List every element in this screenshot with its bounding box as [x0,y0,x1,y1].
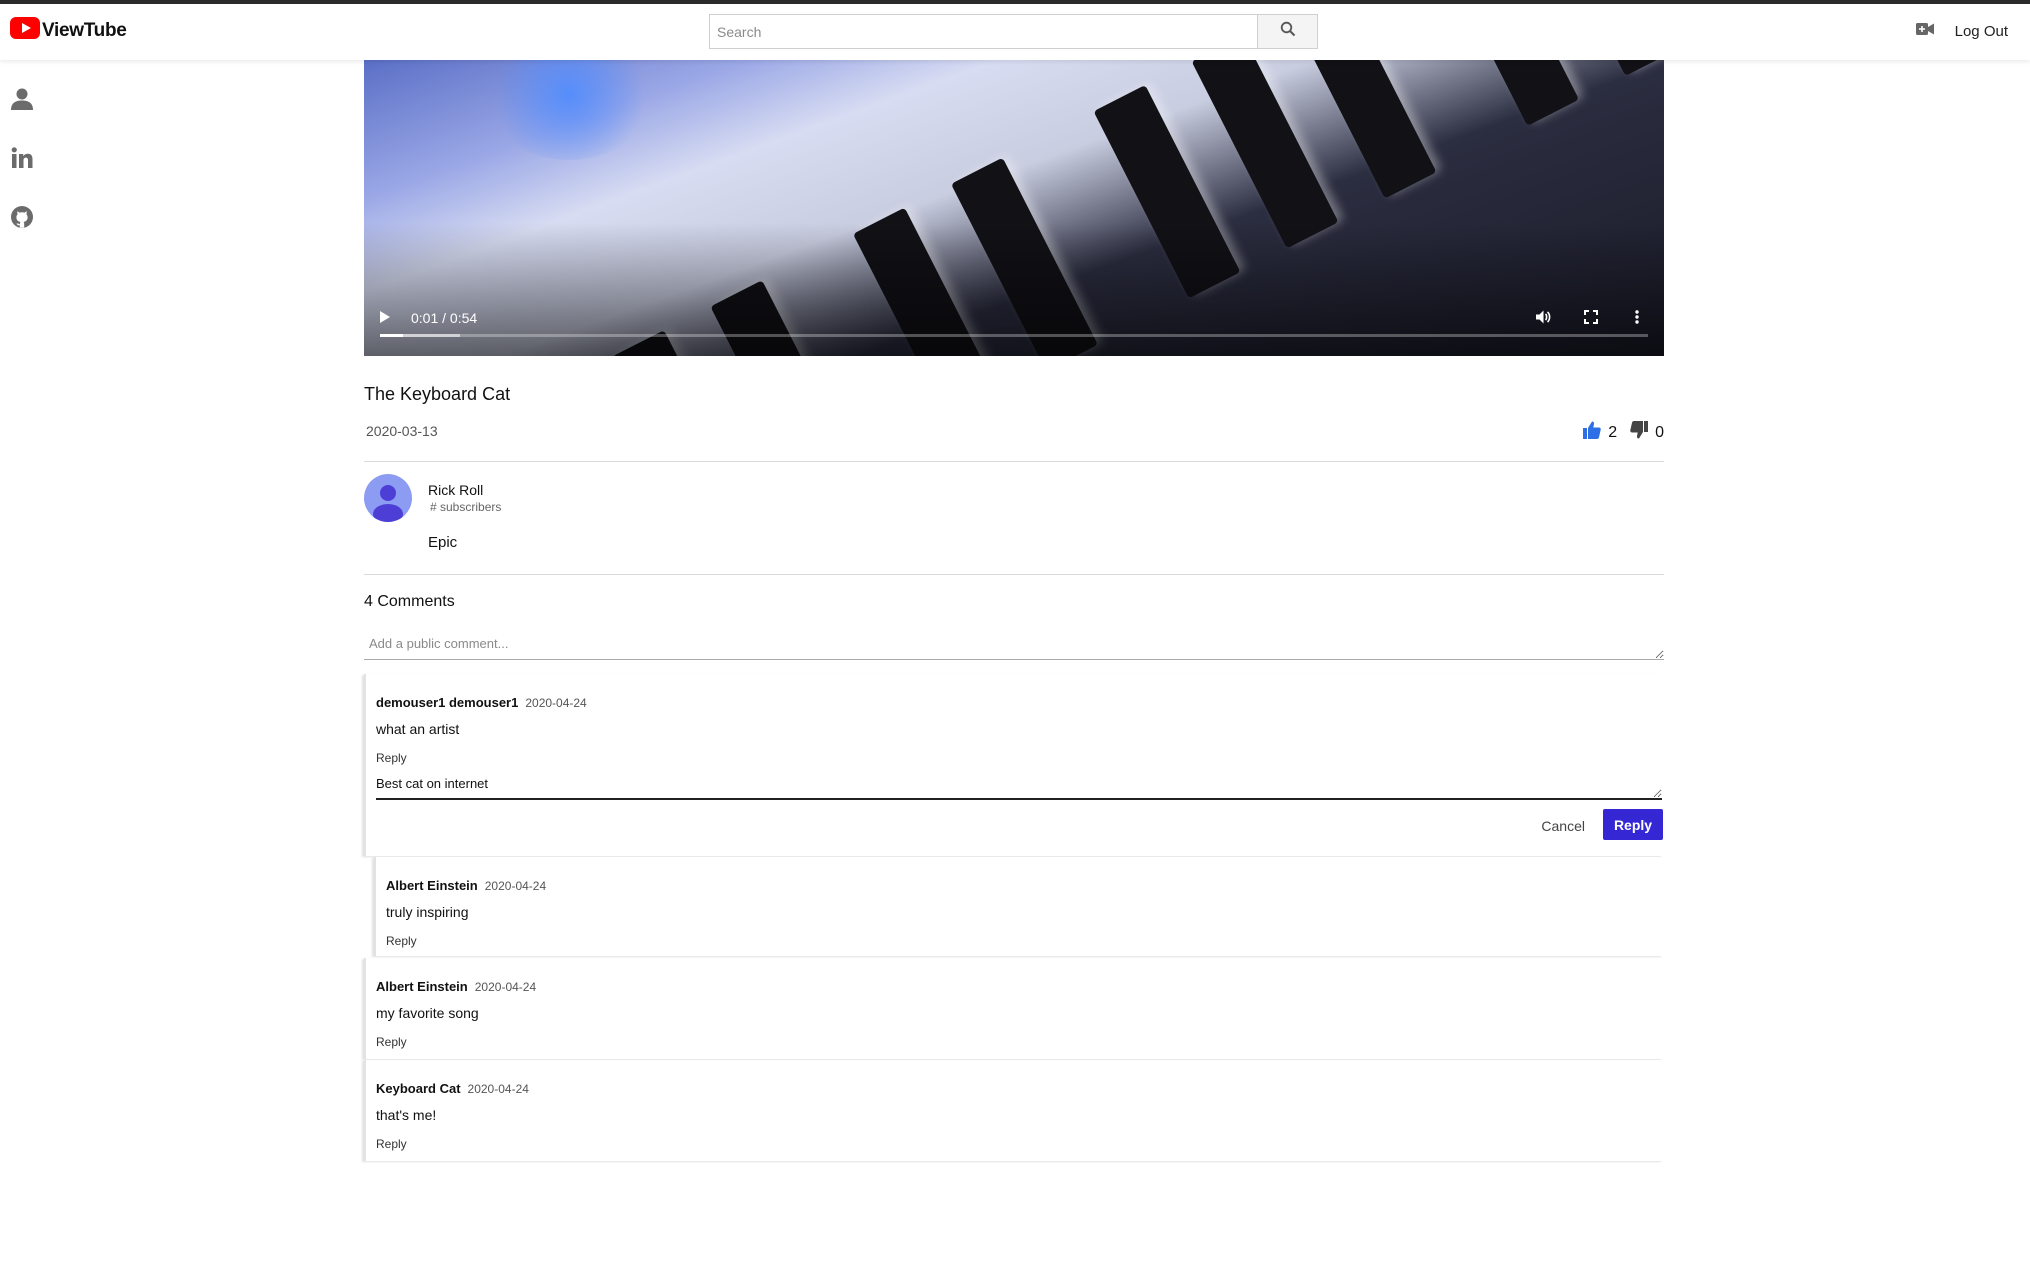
github-icon[interactable] [9,204,35,230]
video-controls: 0:01 / 0:54 [364,296,1664,356]
comment-text: what an artist [376,721,460,737]
video-description: Epic [428,534,458,551]
comment-date: 2020-04-24 [467,1082,529,1096]
reply-submit-button[interactable]: Reply [1603,809,1663,840]
brand-name: ViewTube [42,19,127,41]
comment-date: 2020-04-24 [484,879,547,893]
video-title: The Keyboard Cat [364,384,511,404]
video-player[interactable]: 0:01 / 0:54 [364,60,1664,356]
upload-date: 2020-03-13 [366,423,438,439]
watch-page: 0:01 / 0:54 The Keyboard Cat 2020-03-13 … [364,60,1664,1161]
comment-item: demouser1 demouser1 2020-04-24 what an ar… [364,674,1663,856]
person-icon[interactable] [9,86,35,112]
more-options-icon[interactable] [1628,308,1646,331]
played-range [380,334,404,337]
top-navbar: ViewTube Log Out [0,4,2030,60]
comment-text: my favorite song [376,1005,479,1021]
comment-author: Albert Einstein 2020-04-24 [386,878,547,893]
linkedin-icon[interactable] [9,145,35,171]
divider [364,574,1664,575]
logout-link[interactable]: Log Out [1955,23,2008,40]
search-bar [709,14,1318,49]
comment-item: Keyboard Cat 2020-04-24 that's me! Reply [364,1060,1663,1161]
vote-bar: 2 0 [1582,420,1664,445]
divider [364,461,1664,462]
nested-comment-item: Albert Einstein 2020-04-24 truly inspirin… [374,857,1663,956]
search-icon [1280,21,1296,42]
left-sidebar [0,60,44,1264]
channel-name[interactable]: Rick Roll [428,482,483,498]
reply-input[interactable] [376,776,1662,800]
video-time: 0:01 / 0:54 [411,310,478,326]
comment-author: Albert Einstein 2020-04-24 [376,979,537,994]
thumbs-up-icon[interactable] [1582,420,1602,445]
comment-count: 4 Comments [364,593,455,610]
comment-date: 2020-04-24 [474,980,537,994]
reply-link[interactable]: Reply [376,1137,407,1151]
search-button[interactable] [1257,14,1318,49]
video-camera-icon[interactable] [1915,21,1935,42]
comment-author: demouser1 demouser1 2020-04-24 [376,695,587,710]
reply-link[interactable]: Reply [386,934,417,948]
reply-link[interactable]: Reply [376,1035,407,1049]
add-comment-input[interactable] [364,636,1664,660]
thumbs-down-icon[interactable] [1629,420,1649,445]
comment-text: truly inspiring [386,904,469,920]
search-input[interactable] [709,14,1257,49]
play-icon[interactable] [378,309,392,330]
cancel-button[interactable]: Cancel [1541,818,1585,834]
subscriber-count: # subscribers [430,500,502,514]
nav-actions: Log Out [1915,21,2008,42]
reply-link[interactable]: Reply [376,751,407,765]
comment-date: 2020-04-24 [525,696,587,710]
like-count: 2 [1608,423,1618,441]
video-progress-bar[interactable] [380,334,1648,337]
comment-text: that's me! [376,1107,437,1123]
comment-item: Albert Einstein 2020-04-24 my favorite so… [364,958,1663,1059]
dislike-count: 0 [1655,423,1664,441]
comment-author: Keyboard Cat 2020-04-24 [376,1081,529,1096]
channel-avatar[interactable] [364,474,412,522]
brand-logo-link[interactable]: ViewTube [10,17,127,44]
volume-icon[interactable] [1534,308,1552,331]
play-logo-icon [10,17,40,44]
fullscreen-icon[interactable] [1582,308,1600,331]
